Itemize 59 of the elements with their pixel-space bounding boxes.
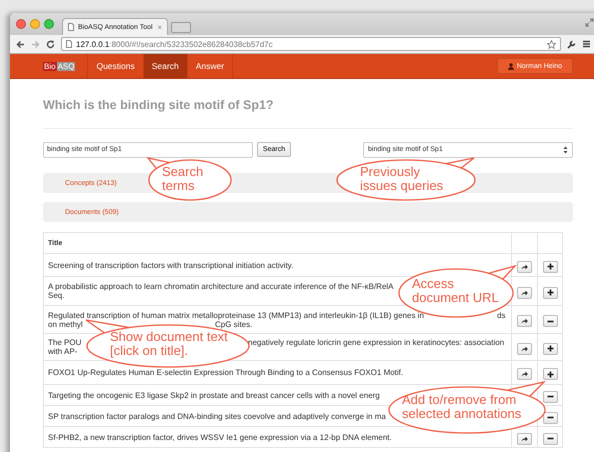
- document-title-link[interactable]: with AP-: [48, 347, 78, 356]
- callout-text: Show document text [click on title].: [110, 330, 229, 358]
- document-title-link[interactable]: on methyl: [48, 320, 83, 328]
- add-button[interactable]: [542, 342, 558, 354]
- back-icon[interactable]: [16, 40, 25, 48]
- callout-text: Add to/remove from selected annotations: [402, 393, 522, 421]
- document-title-link[interactable]: Targeting the oncogenic E3 ligase Skp2 in prostate and breast cancer cells with a novel energ: [48, 390, 380, 400]
- open-url-button[interactable]: [517, 286, 532, 298]
- share-arrow-icon: [521, 264, 528, 270]
- close-light[interactable]: [16, 19, 26, 29]
- share-arrow-icon: [521, 318, 528, 324]
- document-title-link[interactable]: Seq.: [48, 291, 64, 300]
- document-title-link[interactable]: CpG sites.: [215, 320, 252, 328]
- url-text: 127.0.0.1:8000/#!/search/53233502e86284038cb57d7c: [76, 40, 274, 48]
- add-button[interactable]: [542, 368, 558, 380]
- address-bar[interactable]: 127.0.0.1:8000/#!/search/53233502e86284038cb57d7c: [61, 37, 561, 51]
- share-arrow-icon: [521, 290, 528, 296]
- minus-icon: [546, 393, 554, 400]
- share-arrow-icon: [521, 346, 528, 352]
- menu-icon[interactable]: [582, 40, 591, 48]
- remove-button[interactable]: [542, 315, 558, 327]
- plus-icon: [546, 263, 554, 270]
- fullscreen-icon[interactable]: [585, 18, 594, 27]
- open-url-button[interactable]: [517, 315, 532, 327]
- star-icon[interactable]: [547, 40, 556, 48]
- logo[interactable]: Bio ASQ: [43, 54, 88, 78]
- remove-button[interactable]: [542, 390, 558, 402]
- question-title: Which is the binding site motif of Sp1?: [43, 98, 275, 114]
- minus-icon: [546, 435, 554, 442]
- plus-icon: [546, 289, 554, 296]
- page-icon: [66, 40, 72, 48]
- remove-button[interactable]: [542, 432, 558, 444]
- share-arrow-icon: [521, 436, 528, 442]
- document-title-link[interactable]: A probabilistic approach to learn chromatin architecture and accurate inference of the NF-κB/RelA: [48, 282, 394, 291]
- reload-icon[interactable]: [46, 40, 55, 48]
- add-button[interactable]: [542, 286, 558, 298]
- select-arrows-icon: [563, 146, 568, 154]
- open-url-button[interactable]: [517, 342, 532, 354]
- document-title-link[interactable]: negatively regulate loricrin gene expression in keratinocytes: association: [248, 338, 504, 347]
- remove-button[interactable]: [542, 412, 558, 424]
- minus-icon: [546, 318, 554, 324]
- share-arrow-icon: [521, 371, 528, 377]
- page-icon: [68, 23, 74, 31]
- add-button[interactable]: [542, 260, 558, 272]
- plus-icon: [546, 370, 554, 378]
- document-title-link[interactable]: Regulated transcription of human matrix metalloproteinase 13 (MMP13) and interleukin-1β (IL1B) genes in: [48, 310, 424, 320]
- open-url-button[interactable]: [517, 368, 532, 380]
- document-title-link[interactable]: The POU: [48, 338, 82, 347]
- document-title-link[interactable]: ds: [497, 310, 506, 320]
- open-url-button[interactable]: [517, 432, 532, 444]
- nav-tab[interactable]: Answer: [188, 54, 234, 78]
- nav-tab[interactable]: Search: [144, 54, 188, 78]
- plus-icon: [546, 345, 554, 352]
- wrench-icon[interactable]: [567, 40, 576, 48]
- minus-icon: [546, 414, 554, 421]
- user-icon: [508, 62, 514, 70]
- callout-text: Access document URL: [412, 277, 500, 305]
- open-url-button[interactable]: [517, 260, 532, 272]
- document-title-link[interactable]: SP transcription factor paralogs and DNA-binding sites coevolve and adaptively converge in ma: [48, 412, 386, 420]
